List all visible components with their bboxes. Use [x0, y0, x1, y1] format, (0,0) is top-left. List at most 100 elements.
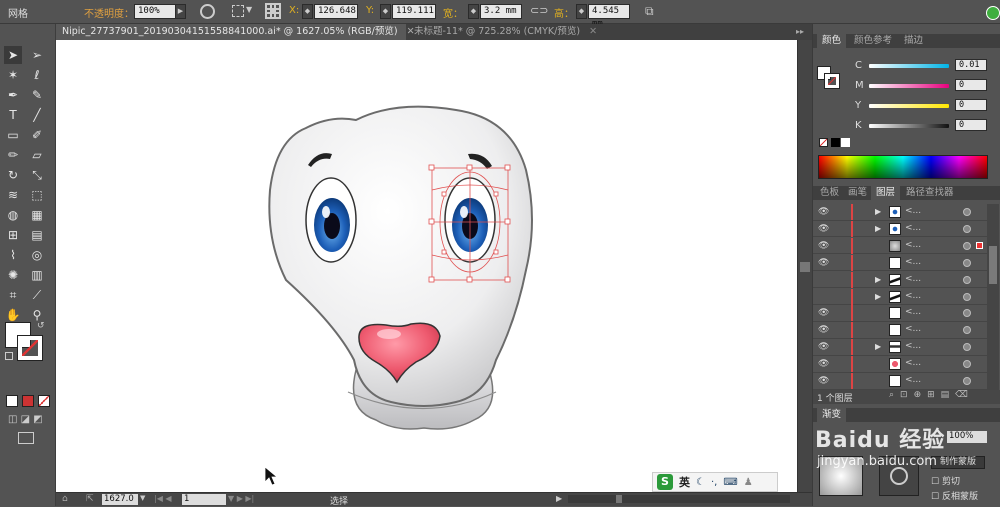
layer-row[interactable]: ▶ <...: [813, 288, 987, 305]
width-field[interactable]: 3.2 mm: [480, 4, 522, 19]
tab-color[interactable]: 颜色: [817, 34, 847, 48]
page-field[interactable]: 1: [182, 494, 226, 505]
selection-tool-icon[interactable]: ➤: [4, 46, 22, 64]
layer-name[interactable]: <...: [905, 291, 921, 301]
selected-art-indicator[interactable]: [976, 241, 983, 249]
expand-arrow-icon[interactable]: ▶: [875, 275, 881, 284]
layer-row[interactable]: 👁 ▶ <...: [813, 339, 987, 356]
direct-selection-tool-icon[interactable]: ➢: [28, 46, 46, 64]
curvature-tool-icon[interactable]: ✎: [28, 86, 46, 104]
sogou-logo-icon[interactable]: S: [657, 474, 673, 490]
zoom-field[interactable]: 1627.0: [102, 494, 138, 505]
layer-name[interactable]: <...: [905, 274, 921, 284]
magic-wand-tool-icon[interactable]: ✶: [4, 66, 22, 84]
invert-mask-checkbox[interactable]: ☐ 反相蒙版: [931, 489, 978, 502]
tab-document-2[interactable]: 未标题-11* @ 725.28% (CMYK/预览) ✕: [408, 24, 608, 40]
height-field[interactable]: 4.545 mm: [588, 4, 630, 29]
next-page-icon[interactable]: ▼ ▶ ▶|: [228, 494, 254, 503]
notification-badge-icon[interactable]: [986, 6, 1000, 20]
visibility-eye-icon[interactable]: 👁: [818, 342, 829, 352]
layer-target-icon[interactable]: [963, 292, 971, 301]
black-swatch[interactable]: [831, 138, 840, 147]
layer-row[interactable]: 👁 <...: [813, 254, 987, 272]
reference-point-icon[interactable]: [265, 3, 281, 19]
channel-k-slider[interactable]: [869, 124, 949, 128]
layer-target-icon[interactable]: [963, 326, 971, 335]
status-export-icon[interactable]: ⇱: [86, 494, 94, 504]
shape-builder-tool-icon[interactable]: ◍: [4, 206, 22, 224]
channel-k-value[interactable]: 0: [955, 119, 987, 131]
tab-stroke[interactable]: 描边: [899, 34, 928, 48]
rotate-tool-icon[interactable]: ↻: [4, 166, 22, 184]
eraser-tool-icon[interactable]: ▱: [28, 146, 46, 164]
none-mode-icon[interactable]: [38, 395, 50, 407]
artboard-canvas[interactable]: S 英 ☾ ·, ⌨ ♟: [56, 40, 797, 492]
layer-row[interactable]: 👁 <...: [813, 322, 987, 339]
width-stepper[interactable]: ◆: [468, 4, 479, 19]
layer-target-icon[interactable]: [963, 343, 971, 352]
make-mask-button[interactable]: 制作蒙版: [931, 456, 985, 469]
mesh-tool-icon[interactable]: ⊞: [4, 226, 22, 244]
channel-m-slider[interactable]: [869, 84, 949, 88]
line-tool-icon[interactable]: ╱: [28, 106, 46, 124]
slice-tool-icon[interactable]: ⟋: [28, 286, 46, 304]
layer-target-icon[interactable]: [963, 224, 971, 233]
tab-document-1[interactable]: Nipic_27737901_20190304151558841000.ai* …: [56, 24, 415, 40]
layer-name[interactable]: <...: [905, 358, 921, 368]
layer-target-icon[interactable]: [963, 309, 971, 318]
layer-row[interactable]: 👁 ▶ <...: [813, 220, 987, 238]
gradient-mode-icon[interactable]: [22, 395, 34, 407]
layer-name[interactable]: <...: [905, 307, 921, 317]
tab-pathfinder[interactable]: 路径查找器: [901, 186, 959, 200]
layer-target-icon[interactable]: [963, 208, 971, 216]
tab-layers[interactable]: 图层: [871, 186, 901, 200]
layer-target-icon[interactable]: [963, 275, 971, 284]
none-swatch[interactable]: [819, 138, 828, 147]
visibility-eye-icon[interactable]: 👁: [818, 376, 829, 386]
channel-c-value[interactable]: 0.01: [955, 59, 987, 71]
layer-name[interactable]: <...: [905, 375, 921, 385]
expand-arrow-icon[interactable]: ▶: [875, 292, 881, 301]
layer-target-icon[interactable]: [963, 241, 971, 250]
align-icon[interactable]: [232, 5, 244, 17]
layer-row[interactable]: 👁 <...: [813, 305, 987, 322]
layer-target-icon[interactable]: [963, 258, 971, 267]
ime-language-toggle[interactable]: 英: [679, 474, 690, 490]
visibility-eye-icon[interactable]: 👁: [818, 359, 829, 369]
drawing-modes-icon[interactable]: ◫ ◪ ◩: [8, 414, 43, 425]
rectangle-tool-icon[interactable]: ▭: [4, 126, 22, 144]
default-colors-icon[interactable]: [5, 352, 13, 360]
type-tool-icon[interactable]: T: [4, 106, 22, 124]
visibility-eye-icon[interactable]: 👁: [818, 241, 829, 251]
artboard-tool-icon[interactable]: ⌗: [4, 286, 22, 304]
zoom-dropdown-icon[interactable]: ▼: [140, 494, 145, 502]
link-proportions-icon[interactable]: ⊂⊃: [530, 4, 548, 17]
height-stepper[interactable]: ◆: [576, 4, 587, 19]
visibility-eye-icon[interactable]: 👁: [818, 224, 829, 234]
horizontal-scrollbar[interactable]: [568, 495, 790, 503]
x-stepper[interactable]: ◆: [302, 4, 313, 19]
channel-y-value[interactable]: 0: [955, 99, 987, 111]
layer-actions-icon[interactable]: ⌕⊡⊕⊞▤⌫: [889, 390, 974, 400]
visibility-eye-icon[interactable]: 👁: [818, 207, 829, 217]
opacity-field[interactable]: 100%: [134, 4, 176, 19]
layer-name[interactable]: <...: [905, 257, 921, 267]
layer-name[interactable]: <...: [905, 206, 921, 216]
transparency-opacity-field[interactable]: 100%: [947, 431, 987, 443]
recolor-icon[interactable]: [200, 4, 215, 19]
eyedropper-tool-icon[interactable]: ⌇: [4, 246, 22, 264]
layer-target-icon[interactable]: [963, 360, 971, 369]
horizontal-scrollbar-thumb[interactable]: [616, 495, 622, 503]
tab-swatches[interactable]: 色板: [815, 186, 844, 200]
tab-brushes[interactable]: 画笔: [843, 186, 872, 200]
y-field[interactable]: 119.111: [392, 4, 436, 19]
symbol-sprayer-tool-icon[interactable]: ✺: [4, 266, 22, 284]
free-transform-tool-icon[interactable]: ⬚: [28, 186, 46, 204]
color-stroke-swatch[interactable]: [824, 73, 840, 89]
layer-row[interactable]: 👁 ▶ <...: [813, 204, 987, 221]
visibility-eye-icon[interactable]: 👁: [818, 325, 829, 335]
close-icon[interactable]: ✕: [589, 26, 597, 37]
user-icon[interactable]: ♟: [744, 477, 753, 488]
status-left-icon[interactable]: ⌂: [62, 494, 68, 504]
scrollbar-thumb[interactable]: [800, 262, 810, 272]
